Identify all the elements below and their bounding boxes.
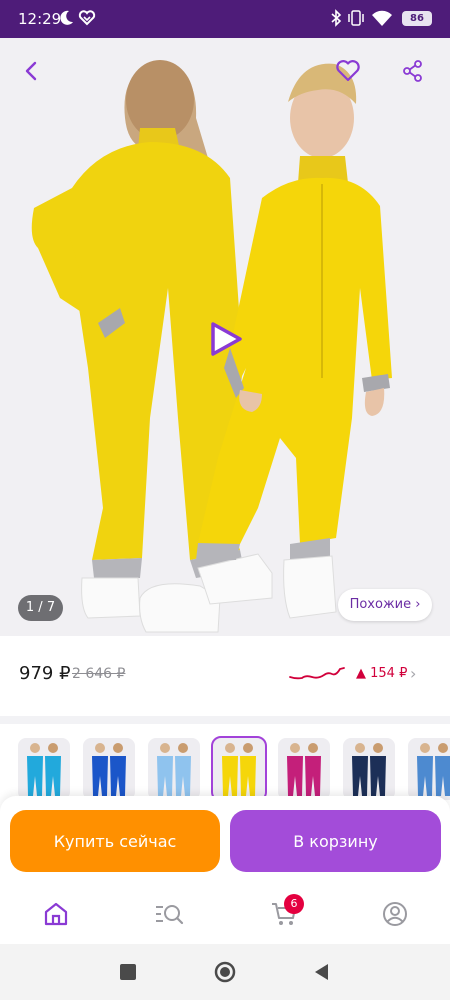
variant-thumbnail [92,743,126,796]
nav-catalog[interactable] [154,900,184,928]
back-button[interactable] [15,54,49,88]
heart-outline-icon [336,60,360,82]
battery-indicator: 86 [402,11,432,26]
share-icon [403,60,422,82]
profile-icon [383,902,407,926]
variant-thumbnail [287,743,321,796]
home-icon [44,902,68,926]
color-variant-1[interactable] [18,738,70,800]
system-navigation-bar [0,944,450,1000]
variant-thumbnail [417,743,450,796]
recent-apps-button[interactable] [116,960,140,984]
add-to-cart-button[interactable]: В корзину [230,810,441,872]
circle-icon [214,961,236,983]
play-video-button[interactable] [205,319,245,359]
nav-profile[interactable] [381,900,409,928]
play-icon [211,322,242,356]
price-row[interactable]: 979 ₽ 2 646 ₽ ▲ 154 ₽ › [0,636,450,716]
product-image[interactable]: 1 / 7 Похожие › [0,38,450,636]
bottom-navigation: 6 [0,884,450,944]
price-change: ▲ 154 ₽ [356,666,408,681]
status-bar: 12:29 86 [0,0,450,38]
similar-products-button[interactable]: Похожие › [338,589,432,621]
share-button[interactable] [396,54,430,88]
vibrate-icon [346,9,366,31]
color-variants [0,736,450,802]
color-variant-2[interactable] [83,738,135,800]
price-history-chart [289,667,345,680]
nav-home[interactable] [42,900,70,928]
catalog-search-icon [156,905,184,925]
heart-app-icon [78,9,96,31]
status-time: 12:29 [18,10,62,28]
buy-now-button[interactable]: Купить сейчас [10,810,220,872]
variant-thumbnail [157,743,191,796]
wifi-icon [371,9,393,31]
variant-thumbnail [352,743,386,796]
image-counter: 1 / 7 [18,595,63,621]
home-system-button[interactable] [213,960,237,984]
battery-level: 86 [410,13,424,24]
current-price: 979 ₽ [19,663,71,684]
variant-thumbnail [222,743,256,796]
triangle-back-icon [315,964,328,980]
moon-icon [59,9,75,31]
cart-count-badge: 6 [284,894,304,914]
back-arrow-icon [25,61,37,81]
back-system-button[interactable] [310,960,334,984]
favorite-button[interactable] [331,54,365,88]
square-icon [120,964,136,980]
color-variant-4[interactable] [211,736,267,802]
color-variant-3[interactable] [148,738,200,800]
color-variant-5[interactable] [278,738,330,800]
section-divider [0,716,450,724]
old-price: 2 646 ₽ [72,666,126,682]
purchase-actions: Купить сейчас В корзину [0,796,450,884]
bluetooth-icon [330,9,342,31]
chevron-right-icon: › [410,664,417,683]
variant-thumbnail [27,743,61,796]
color-variant-6[interactable] [343,738,395,800]
product-screen: 12:29 86 1 / 7 Похожие › 979 ₽ 2 646 ₽ ▲… [0,0,450,1000]
color-variant-7[interactable] [408,738,450,800]
